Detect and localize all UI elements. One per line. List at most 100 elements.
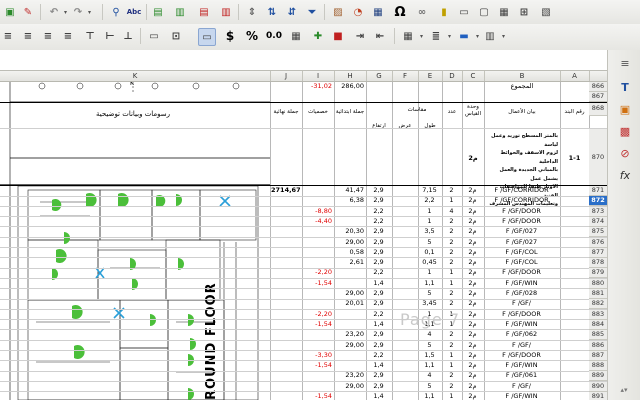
merge-center-icon[interactable]: ⊡ (168, 28, 184, 44)
description-value[interactable]: F /GF/CORRIDOR (485, 186, 558, 195)
unit-value[interactable]: م2 (463, 248, 482, 257)
gross-total[interactable]: 29,00 (335, 238, 364, 247)
increase-indent-icon[interactable]: ⇥ (352, 28, 368, 44)
length-value[interactable]: 3,5 (419, 227, 440, 236)
final-total[interactable] (271, 310, 300, 319)
height-value[interactable]: 2,9 (367, 238, 390, 247)
formula-bar[interactable] (0, 50, 640, 71)
spellcheck-icon[interactable]: Abc (126, 4, 142, 20)
length-value[interactable]: 4 (419, 330, 440, 339)
height-value[interactable]: 2,9 (367, 289, 390, 298)
count-value[interactable]: 1 (443, 268, 460, 277)
final-total[interactable] (271, 248, 300, 257)
gross-total[interactable]: 6,38 (335, 196, 364, 205)
show-draw-functions-icon[interactable]: ▧ (538, 4, 554, 20)
unit-value[interactable]: م2 (463, 392, 482, 400)
active-toggle-icon[interactable]: ▭ (198, 28, 216, 46)
border-style-dropdown-icon[interactable]: ▾ (446, 28, 453, 44)
deduction[interactable] (303, 299, 332, 308)
count-value[interactable]: 2 (443, 330, 460, 339)
final-total[interactable] (271, 258, 300, 267)
date-format-icon[interactable]: ▦ (288, 28, 304, 44)
row-number[interactable]: 889 (589, 371, 607, 382)
row-number[interactable]: 887 (589, 350, 607, 361)
count-value[interactable]: 2 (443, 217, 460, 226)
gross-total[interactable]: 20,30 (335, 227, 364, 236)
unit-value[interactable]: م2 (463, 279, 482, 288)
item-unit[interactable]: م2 (462, 154, 484, 163)
description-value[interactable]: F /GF/DOOR (485, 217, 558, 226)
description-value[interactable]: F /GF/COL (485, 248, 558, 257)
deduction[interactable] (303, 341, 332, 350)
align-bottom-icon[interactable]: ⊥ (120, 28, 136, 44)
unit-value[interactable]: م2 (463, 320, 482, 329)
final-total[interactable] (271, 371, 300, 380)
properties-icon[interactable]: T (618, 80, 632, 94)
merge-cells-icon[interactable]: ⇕ (244, 4, 260, 20)
count-value[interactable]: 1 (443, 392, 460, 400)
length-value[interactable]: 5 (419, 238, 440, 247)
final-total[interactable] (271, 289, 300, 298)
length-value[interactable]: 1,1 (419, 361, 440, 370)
sort-ascending-icon[interactable]: ⇅ (264, 4, 280, 20)
gross-total[interactable] (335, 392, 364, 400)
row-number[interactable]: 874 (589, 216, 607, 227)
description-value[interactable]: F /GF/ (485, 299, 558, 308)
length-value[interactable]: 1 (419, 207, 440, 216)
undo-icon[interactable]: ↶ (46, 4, 62, 20)
count-value[interactable]: 1 (443, 196, 460, 205)
unit-value[interactable]: م2 (463, 382, 482, 391)
row-number[interactable]: 883 (589, 309, 607, 320)
percent-format-icon[interactable]: % (244, 28, 260, 44)
align-right-icon[interactable]: ≡ (60, 28, 76, 44)
description-value[interactable]: F /GF/027 (485, 227, 558, 236)
unit-value[interactable]: م2 (463, 196, 482, 205)
final-total[interactable] (271, 279, 300, 288)
row-number[interactable]: 878 (589, 258, 607, 269)
number-format-icon[interactable]: 0.0 (266, 28, 282, 44)
count-value[interactable]: 2 (443, 186, 460, 195)
headers-footers-icon[interactable]: ▭ (456, 4, 472, 20)
column-header-k[interactable]: K (0, 71, 271, 81)
gross-total[interactable]: 2,61 (335, 258, 364, 267)
gross-total[interactable]: 0,58 (335, 248, 364, 257)
description-value[interactable]: F /GF/062 (485, 330, 558, 339)
length-value[interactable]: 1,1 (419, 279, 440, 288)
final-total[interactable] (271, 227, 300, 236)
align-justify-icon[interactable]: ≡ (0, 28, 16, 44)
pivot-table-icon[interactable]: ▦ (370, 4, 386, 20)
autofilter-icon[interactable]: ⏷ (304, 4, 320, 20)
count-value[interactable]: 2 (443, 227, 460, 236)
final-total[interactable] (271, 341, 300, 350)
item-reference[interactable]: 1-1 (560, 154, 589, 163)
length-value[interactable]: 0,45 (419, 258, 440, 267)
gross-total[interactable]: 286,00 (334, 82, 364, 91)
delete-row-icon[interactable]: ▤ (196, 4, 212, 20)
height-value[interactable]: 2,9 (367, 341, 390, 350)
column-header-g[interactable]: G (366, 71, 393, 81)
row-number[interactable]: 888 (589, 361, 607, 372)
deduction[interactable]: -4,40 (303, 217, 332, 226)
row-number[interactable]: 867 (589, 92, 607, 102)
final-total[interactable] (271, 330, 300, 339)
find-replace-icon[interactable]: ⚲ (108, 4, 124, 20)
row-number[interactable]: 884 (589, 319, 607, 330)
count-value[interactable]: 2 (443, 258, 460, 267)
unit-value[interactable]: م2 (463, 268, 482, 277)
deduction[interactable] (303, 186, 332, 195)
length-value[interactable]: 0,1 (419, 248, 440, 257)
chart-icon[interactable]: ◔ (350, 4, 366, 20)
row-number[interactable]: 871 (589, 186, 607, 196)
gross-total[interactable] (335, 217, 364, 226)
column-header-j[interactable]: J (270, 71, 303, 81)
length-value[interactable]: 1,5 (419, 351, 440, 360)
final-total[interactable]: 2714,67 (271, 186, 300, 195)
row-number[interactable]: 880 (589, 278, 607, 289)
final-total[interactable] (271, 320, 300, 329)
column-header-e[interactable]: E (418, 71, 443, 81)
final-total[interactable] (271, 382, 300, 391)
height-value[interactable]: 1,4 (367, 361, 390, 370)
image-icon[interactable]: ▨ (330, 4, 346, 20)
add-decimal-icon[interactable]: ✚ (310, 28, 326, 44)
gross-total[interactable]: 41,47 (335, 186, 364, 195)
